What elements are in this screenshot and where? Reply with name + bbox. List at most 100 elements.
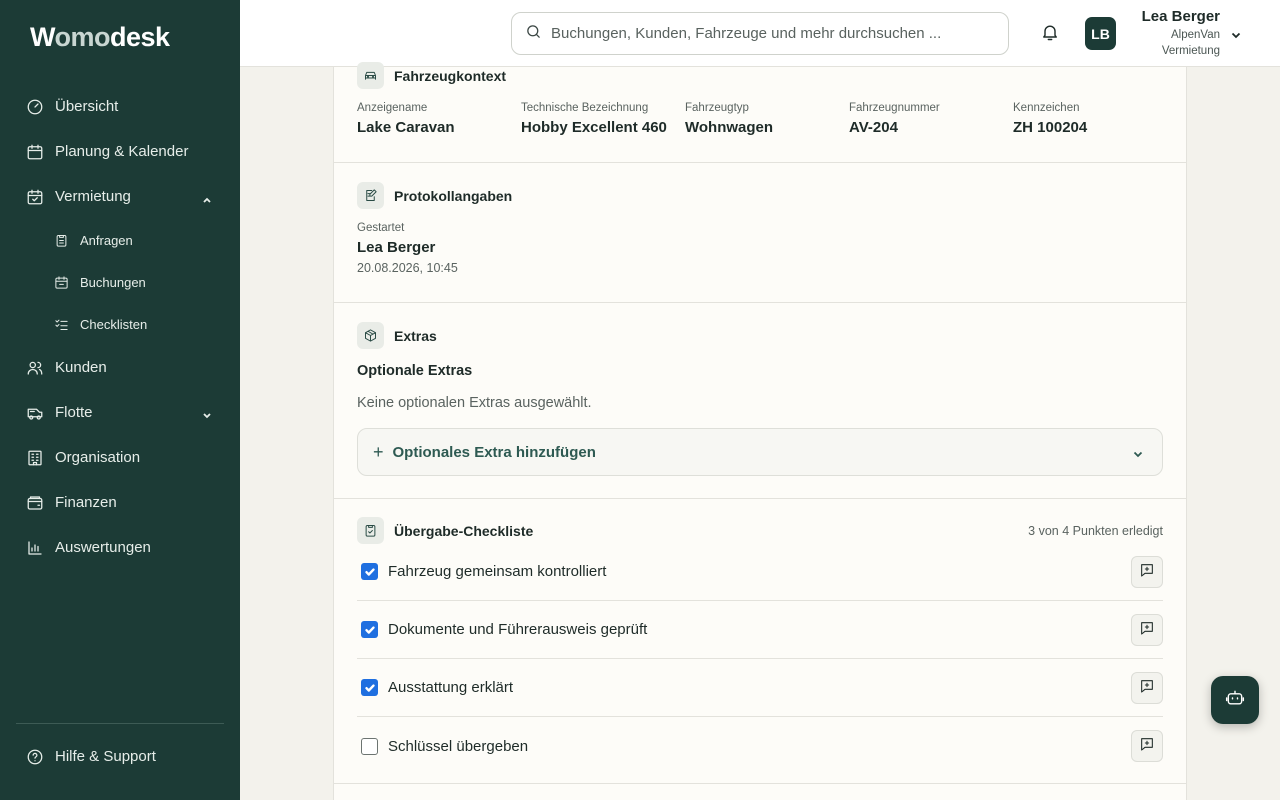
field-value: AV-204 xyxy=(849,119,898,136)
add-comment-button[interactable] xyxy=(1131,614,1163,646)
field-value: Lea Berger xyxy=(357,239,436,256)
sidebar: Womodesk Übersicht Planung & Kalender Ve… xyxy=(0,0,240,800)
comment-plus-icon xyxy=(1139,678,1155,699)
sidebar-item-flotte[interactable]: Flotte xyxy=(16,390,224,435)
field-value: Hobby Excellent 460 xyxy=(521,119,667,136)
avatar[interactable]: LB xyxy=(1085,17,1116,50)
user-org-line2: Vermietung xyxy=(1161,45,1220,57)
checklist-item-label[interactable]: Fahrzeug gemeinsam kontrolliert xyxy=(388,563,606,580)
comment-plus-icon xyxy=(1139,620,1155,641)
sidebar-item-organisation[interactable]: Organisation xyxy=(16,435,224,480)
vehicle-context-section: Fahrzeugkontext Anzeigename Lake Caravan… xyxy=(334,62,1186,163)
comment-plus-icon xyxy=(1139,562,1155,583)
section-title: Extras xyxy=(394,327,437,344)
sidebar-item-uebersicht[interactable]: Übersicht xyxy=(16,84,224,129)
section-header: Protokollangaben xyxy=(357,182,512,209)
sidebar-item-label: Kunden xyxy=(55,359,107,376)
bar-chart-icon xyxy=(26,539,44,557)
field-value: Wohnwagen xyxy=(685,119,774,136)
sidebar-item-label: Finanzen xyxy=(55,494,117,511)
add-optional-extra-label: Optionales Extra hinzufügen xyxy=(392,443,596,461)
sidebar-item-finanzen[interactable]: Finanzen xyxy=(16,480,224,525)
gauge-icon xyxy=(26,98,44,116)
calendar-icon xyxy=(54,275,69,290)
sidebar-item-kunden[interactable]: Kunden xyxy=(16,345,224,390)
field-label: Fahrzeugnummer xyxy=(849,102,940,114)
field-kennzeichen: Kennzeichen ZH 100204 xyxy=(1013,102,1087,136)
sidebar-item-vermietung[interactable]: Vermietung xyxy=(16,174,224,219)
user-menu[interactable]: Lea Berger AlpenVan Vermietung xyxy=(1142,8,1220,59)
checklist-section: Übergabe-Checkliste 3 von 4 Punkten erle… xyxy=(334,499,1186,784)
optional-extras-title: Optionale Extras xyxy=(357,363,473,379)
clipboard-icon xyxy=(54,233,69,248)
add-comment-button[interactable] xyxy=(1131,556,1163,588)
add-comment-button[interactable] xyxy=(1131,730,1163,762)
checklist-item-label[interactable]: Schlüssel übergeben xyxy=(388,738,528,755)
search-icon xyxy=(525,23,542,45)
logo-mark: W xyxy=(30,21,55,52)
section-header: Fahrzeugkontext xyxy=(357,62,506,89)
search-box[interactable] xyxy=(511,12,1009,55)
checkbox[interactable] xyxy=(361,737,378,755)
field-gestartet: Gestartet Lea Berger 20.08.2026, 10:45 xyxy=(357,222,458,275)
sidebar-item-planung[interactable]: Planung & Kalender xyxy=(16,129,224,174)
section-title: Fahrzeugkontext xyxy=(394,67,507,84)
search-input[interactable] xyxy=(551,25,991,42)
section-title: Protokollangaben xyxy=(394,187,513,204)
comment-plus-icon xyxy=(1139,736,1155,757)
field-fahrzeugtyp: Fahrzeugtyp Wohnwagen xyxy=(685,102,773,136)
edit-document-icon xyxy=(357,182,384,209)
user-name: Lea Berger xyxy=(1141,8,1220,25)
checklist-item: Schlüssel übergeben xyxy=(357,717,1163,775)
list-check-icon xyxy=(54,317,69,332)
field-label: Gestartet xyxy=(357,222,405,234)
sidebar-item-help[interactable]: Hilfe & Support xyxy=(16,734,224,779)
sidebar-item-label: Vermietung xyxy=(55,188,131,205)
chevron-up-icon xyxy=(202,192,212,203)
field-anzeigename: Anzeigename Lake Caravan xyxy=(357,102,455,136)
add-comment-button[interactable] xyxy=(1131,672,1163,704)
checkbox[interactable] xyxy=(361,679,378,696)
users-icon xyxy=(26,359,44,377)
sidebar-subitem-buchungen[interactable]: Buchungen xyxy=(16,261,224,303)
checkbox[interactable] xyxy=(361,621,378,638)
protocol-section: Protokollangaben Gestartet Lea Berger 20… xyxy=(334,163,1186,303)
checkbox[interactable] xyxy=(361,563,378,580)
sidebar-item-label: Organisation xyxy=(55,449,141,466)
optional-extras-empty: Keine optionalen Extras ausgewählt. xyxy=(357,395,592,411)
checklist-item-label[interactable]: Ausstattung erklärt xyxy=(388,679,513,696)
field-timestamp: 20.08.2026, 10:45 xyxy=(357,261,458,275)
chevron-down-icon xyxy=(1132,447,1144,459)
checklist-item: Dokumente und Führerausweis geprüft xyxy=(357,601,1163,659)
notifications-button[interactable] xyxy=(1040,22,1062,44)
user-org-line1: AlpenVan xyxy=(1170,29,1220,41)
app-logo[interactable]: Womodesk xyxy=(30,22,170,52)
sidebar-item-auswertungen[interactable]: Auswertungen xyxy=(16,525,224,570)
protocol-card: Fahrzeugkontext Anzeigename Lake Caravan… xyxy=(333,62,1187,800)
checklist-item: Ausstattung erklärt xyxy=(357,659,1163,717)
assistant-button[interactable] xyxy=(1211,676,1259,724)
sidebar-nav: Übersicht Planung & Kalender Vermietung … xyxy=(16,84,224,570)
sidebar-subitem-anfragen[interactable]: Anfragen xyxy=(16,219,224,261)
chevron-down-icon[interactable] xyxy=(1230,28,1242,40)
sidebar-item-label: Übersicht xyxy=(55,98,119,115)
chevron-down-icon xyxy=(202,408,212,418)
checklist-item-label[interactable]: Dokumente und Führerausweis geprüft xyxy=(388,621,647,638)
sidebar-item-label: Auswertungen xyxy=(55,539,151,556)
top-header: LB Lea Berger AlpenVan Vermietung xyxy=(240,0,1280,67)
field-technische-bezeichnung: Technische Bezeichnung Hobby Excellent 4… xyxy=(521,102,667,136)
field-label: Technische Bezeichnung xyxy=(521,102,649,114)
sidebar-item-label: Flotte xyxy=(55,404,93,421)
field-value: ZH 100204 xyxy=(1013,119,1088,136)
robot-icon xyxy=(1225,688,1245,713)
wallet-icon xyxy=(26,494,44,512)
bell-icon xyxy=(1040,25,1060,46)
package-icon xyxy=(357,322,384,349)
help-circle-icon xyxy=(26,748,44,766)
calendar-icon xyxy=(26,143,44,161)
field-label: Kennzeichen xyxy=(1013,102,1080,114)
add-optional-extra-button[interactable]: + Optionales Extra hinzufügen xyxy=(357,428,1163,476)
sidebar-subitem-checklisten[interactable]: Checklisten xyxy=(16,303,224,345)
help-support: Hilfe & Support xyxy=(16,734,224,779)
sidebar-divider xyxy=(16,723,224,724)
